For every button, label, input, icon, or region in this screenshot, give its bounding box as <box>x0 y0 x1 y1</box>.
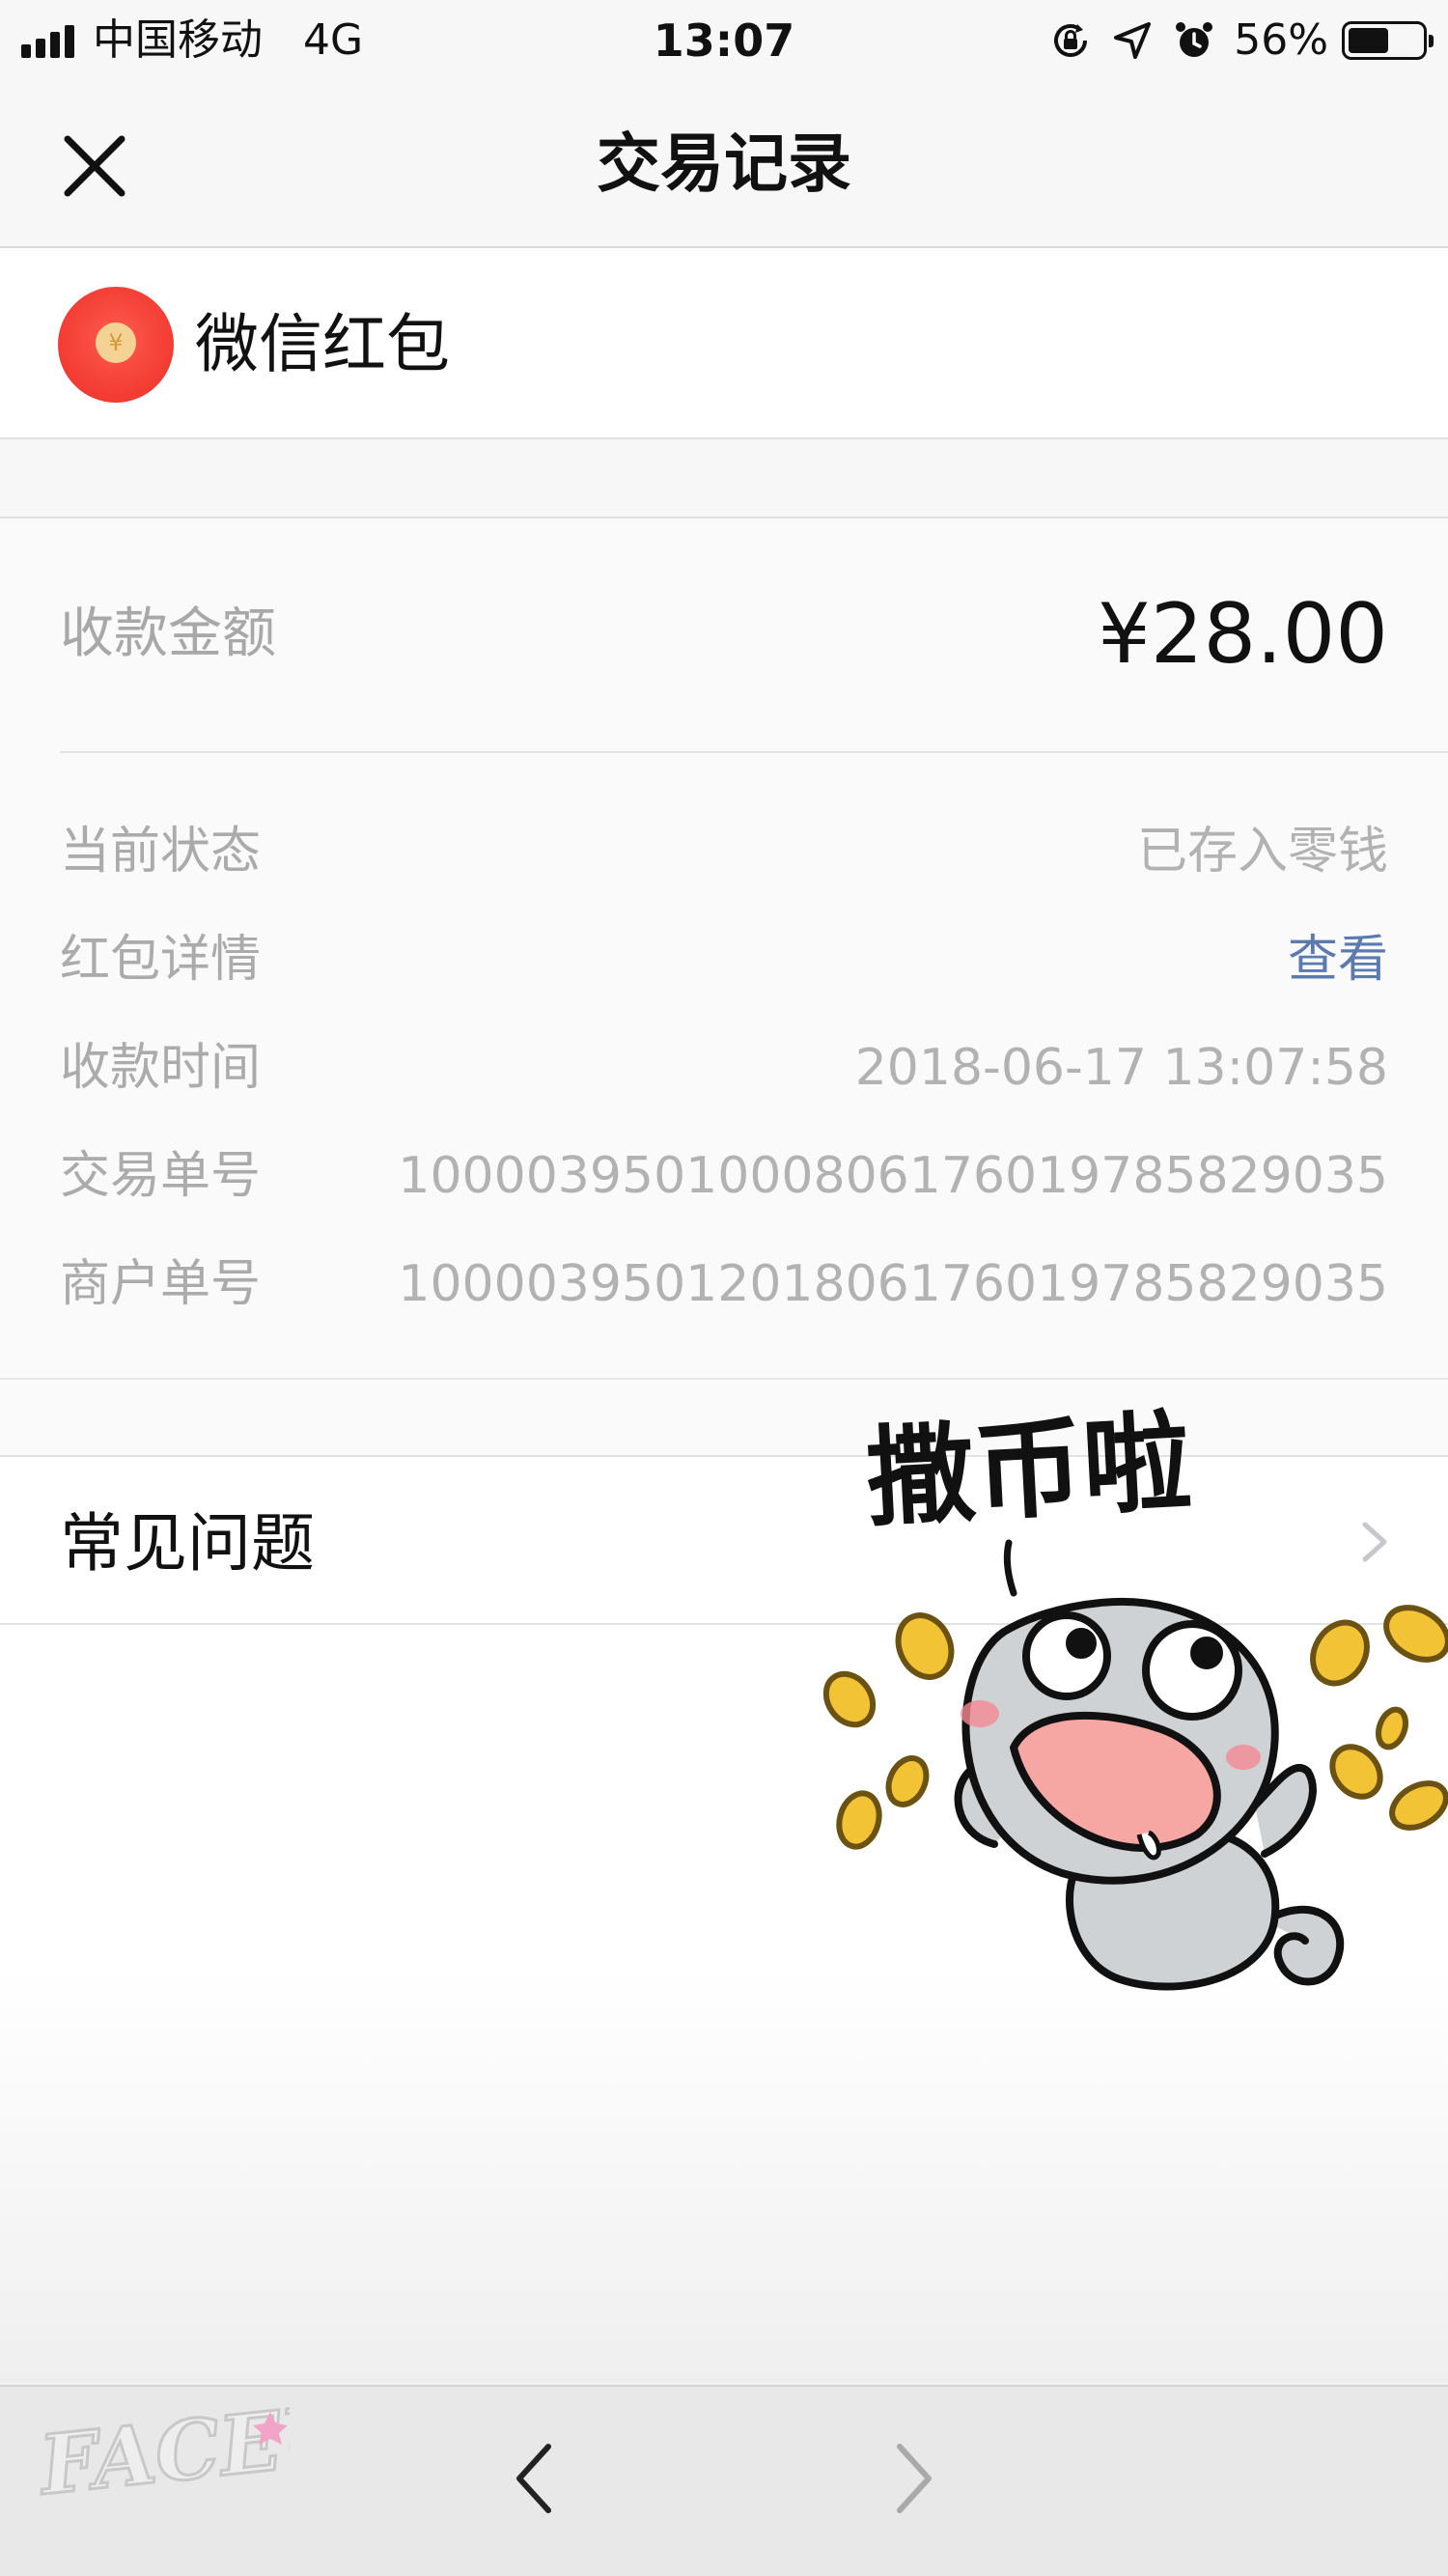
detail-row-redpacket: 红包详情 查看 <box>60 921 1388 998</box>
merchant-name: 微信红包 <box>195 307 450 381</box>
battery-percent: 56% <box>1234 15 1328 65</box>
section-gap <box>0 439 1448 518</box>
coin-sticker-icon: 撒币啦 <box>822 1400 1448 1991</box>
detail-row-time: 收款时间 2018-06-17 13:07:58 <box>60 1029 1388 1106</box>
detail-label: 交易单号 <box>60 1147 262 1205</box>
detail-value: 100003950100080617601978582903​5 <box>398 1147 1388 1205</box>
page-title: 交易记录 <box>597 126 851 201</box>
faceu-watermark: FACEU <box>32 2393 290 2515</box>
rotation-lock-icon <box>1054 24 1088 57</box>
coin-icon: ¥ <box>96 322 136 363</box>
detail-row-status: 当前状态 已存入零钱 <box>60 813 1388 890</box>
detail-row-merchant-id: 商户单号 1000039501201806176019785829035 <box>60 1246 1388 1323</box>
nav-bar: 交易记录 <box>0 81 1448 248</box>
battery-fill <box>1349 28 1388 53</box>
detail-label: 当前状态 <box>60 823 262 881</box>
detail-value: 已存入零钱 <box>1136 823 1388 881</box>
status-bar: 中国移动 4G 13:07 56% <box>0 0 1448 81</box>
amount-value: ¥28.00 <box>1098 586 1388 683</box>
alarm-icon <box>1176 22 1213 57</box>
watermark-text: FACEU <box>34 2393 290 2513</box>
divider <box>60 751 1448 753</box>
detail-value: 2018-06-17 13:07:58 <box>854 1039 1388 1097</box>
status-bar-right: 56% <box>1048 8 1434 73</box>
transaction-details: 收款金额 ¥28.00 当前状态 已存入零钱 红包详情 查看 收款时间 2018… <box>0 518 1448 1378</box>
chevron-left-icon[interactable] <box>502 2435 570 2522</box>
view-details-link[interactable]: 查看 <box>1288 921 1388 998</box>
detail-row-transaction-id: 交易单号 100003950100080617601978582903​5 <box>60 1137 1388 1215</box>
red-packet-icon: ¥ <box>58 287 174 403</box>
detail-label: 商户单号 <box>60 1255 262 1313</box>
sticker-text: 撒币啦 <box>864 1400 1194 1542</box>
faq-label: 常见问题 <box>60 1506 315 1581</box>
merchant-row: ¥ 微信红包 <box>0 248 1448 439</box>
location-arrow-icon <box>1114 22 1152 59</box>
battery-tip <box>1429 35 1434 47</box>
chevron-right-icon <box>897 2444 932 2513</box>
battery-icon <box>1342 21 1434 60</box>
detail-label: 收款时间 <box>60 1039 262 1097</box>
detail-value: 1000039501201806176019785829035 <box>398 1255 1388 1313</box>
amount-label: 收款金额 <box>60 602 276 665</box>
detail-label: 红包详情 <box>60 931 262 989</box>
